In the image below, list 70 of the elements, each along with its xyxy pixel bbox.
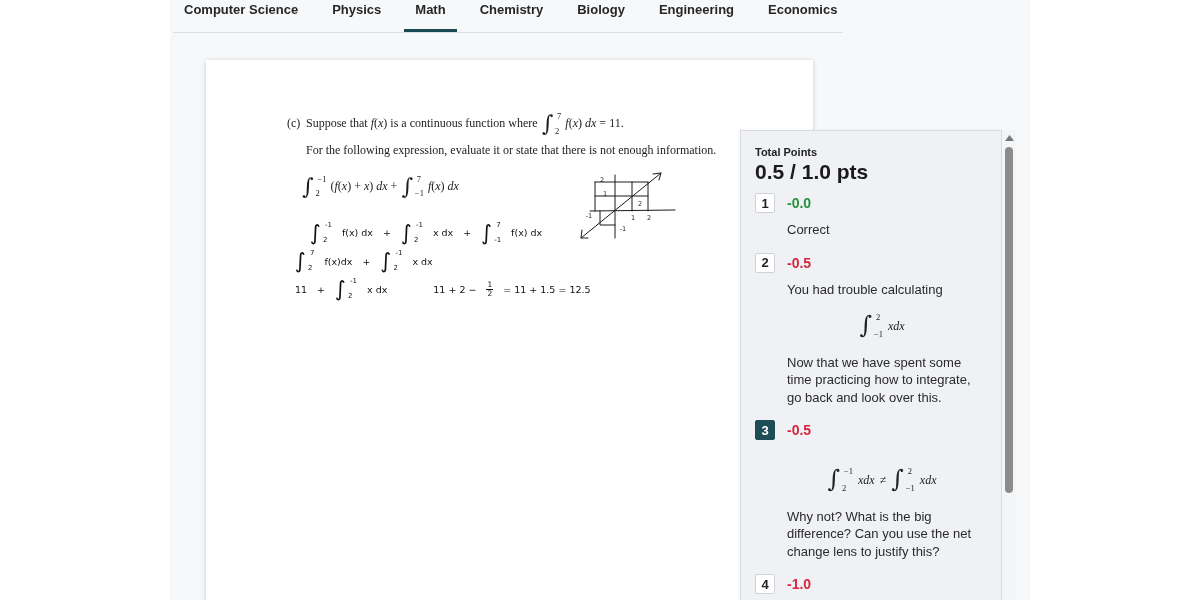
integral-upper-limit: 2 bbox=[906, 467, 914, 476]
integral-upper-limit: 7 bbox=[556, 112, 562, 121]
integral-upper-limit: 2 bbox=[874, 313, 882, 322]
integral-sign: ∫ bbox=[335, 277, 346, 302]
handwritten-text: x dx bbox=[412, 255, 433, 267]
problem-text: For the following expression, evaluate it or state that there is not enough information. bbox=[306, 143, 717, 158]
tab[interactable]: Math bbox=[404, 0, 457, 32]
scrollbar-thumb[interactable] bbox=[1005, 147, 1013, 493]
tab[interactable]: Engineering bbox=[647, 0, 746, 32]
rubric-points: -0.5 bbox=[787, 253, 812, 272]
integral-lower-limit: −1 bbox=[873, 330, 883, 339]
integral-lower-limit: 2 bbox=[842, 484, 848, 493]
math-text: xdx bbox=[858, 472, 875, 488]
handwritten-text: + bbox=[383, 227, 391, 239]
integral-lower-limit: 2 bbox=[555, 126, 561, 136]
handwritten-text: 11 + 2 − bbox=[433, 283, 477, 295]
rubric-item-number[interactable]: 1 bbox=[755, 193, 775, 213]
problem-text: f(x) dx bbox=[427, 179, 459, 194]
handwritten-text: 11 bbox=[295, 283, 308, 296]
scroll-up-arrow-icon[interactable] bbox=[1004, 135, 1014, 141]
rubric-comment: You had trouble calculating bbox=[787, 280, 944, 298]
rubric-item-number[interactable]: 4 bbox=[755, 574, 775, 595]
handwritten-text: = 11 + 1.5 = 12.5 bbox=[503, 283, 591, 295]
integral-sign: ∫ bbox=[302, 173, 314, 199]
integral-lower-limit: −1 bbox=[905, 484, 915, 493]
handwritten-text: + bbox=[317, 283, 326, 296]
rubric-comment: Now that we have spent some time practicing how to integrate, go back and look over this. bbox=[787, 353, 972, 407]
tab[interactable]: Physics bbox=[321, 0, 393, 32]
tab[interactable]: Computer Science bbox=[173, 0, 310, 32]
handwritten-text: x dx bbox=[432, 227, 454, 239]
rubric-item-number[interactable]: 2 bbox=[755, 252, 775, 273]
integral-lower-limit: −1 bbox=[414, 189, 424, 198]
math-text: ≠ bbox=[879, 472, 887, 488]
rubric-comment: Correct bbox=[787, 221, 831, 239]
handwritten-text: x dx bbox=[367, 283, 388, 296]
handwritten-text: f(x)dx bbox=[324, 255, 353, 267]
rubric-comment: Why not? What is the big difference? Can you use the net change lens to justify this? bbox=[787, 507, 973, 561]
handwritten-text: f(x) dx bbox=[341, 227, 373, 239]
math-text: xdx bbox=[887, 318, 905, 333]
tab[interactable]: Economics bbox=[757, 0, 849, 32]
integral-sign: ∫ bbox=[310, 221, 321, 246]
integral-upper-limit: −1 bbox=[843, 467, 854, 476]
handwritten-text: f(x) dx bbox=[511, 227, 543, 239]
math-text: xdx bbox=[919, 472, 937, 488]
total-score: 0.5 / 1.0 pts bbox=[755, 159, 869, 185]
rubric-points: -1.0 bbox=[787, 575, 812, 594]
integral-sign: ∫ bbox=[400, 221, 412, 246]
integral-sign: ∫ bbox=[481, 221, 493, 246]
integral-sign: ∫ bbox=[295, 249, 306, 274]
integral-sign: ∫ bbox=[380, 249, 392, 274]
tab[interactable]: Chemistry bbox=[468, 0, 555, 32]
integral-sign: ∫ bbox=[827, 466, 840, 494]
problem-text: (f(x) + x) dx + bbox=[330, 179, 398, 194]
problem-text: Suppose that f(x) is a continuous function where bbox=[306, 116, 538, 131]
handwritten-text: + bbox=[362, 255, 371, 267]
tab[interactable]: Biology bbox=[566, 0, 636, 32]
handwritten-text: + bbox=[463, 227, 472, 239]
rubric-points: -0.0 bbox=[787, 194, 812, 212]
problem-text: f(x) dx = 11. bbox=[565, 116, 624, 131]
integral-sign: ∫ bbox=[401, 173, 413, 199]
total-points-label: Total Points bbox=[755, 145, 818, 159]
integral-sign: ∫ bbox=[859, 312, 872, 340]
rubric-item-number[interactable]: 3 bbox=[755, 420, 775, 441]
integral-upper-limit: 7 bbox=[415, 174, 423, 184]
rubric-points: -0.5 bbox=[787, 421, 812, 440]
problem-label: (c) bbox=[287, 116, 302, 132]
integral-upper-limit: −1 bbox=[316, 174, 327, 184]
integral-sign: ∫ bbox=[541, 111, 554, 137]
integral-lower-limit: 2 bbox=[315, 189, 321, 198]
integral-sign: ∫ bbox=[891, 466, 904, 494]
